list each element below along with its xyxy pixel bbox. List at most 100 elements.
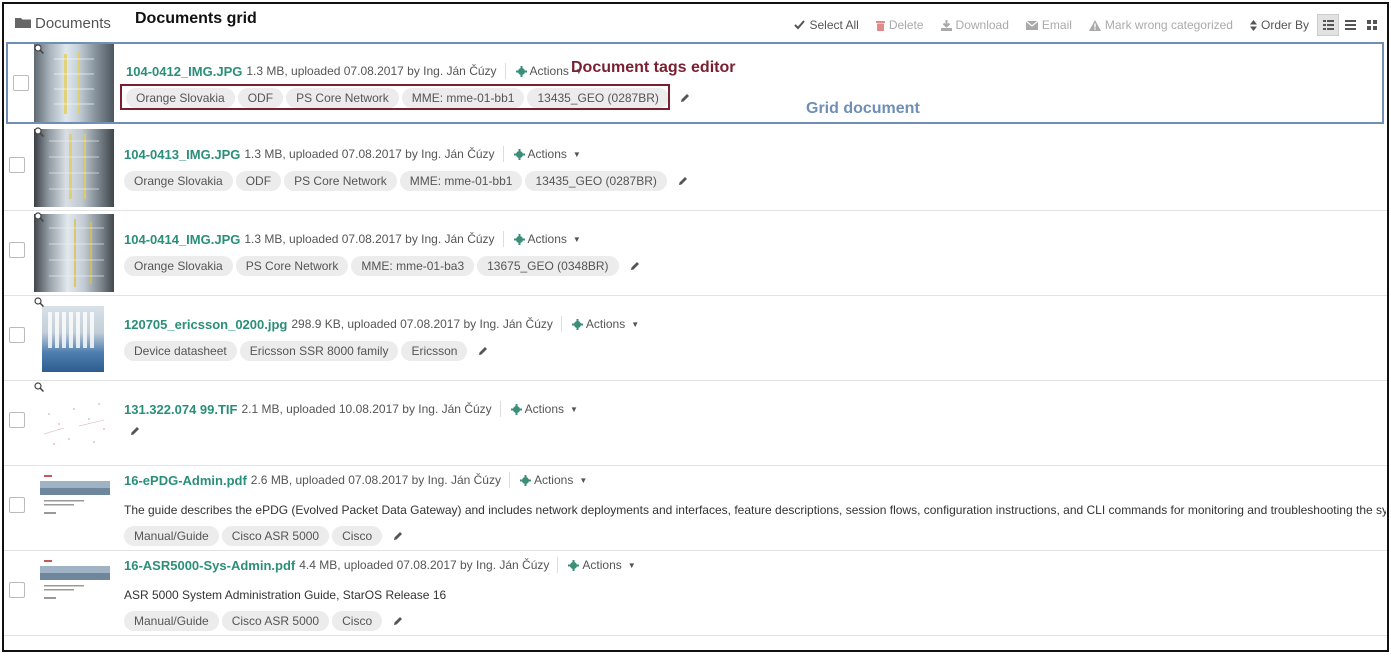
document-name-link[interactable]: 16-ASR5000-Sys-Admin.pdf	[124, 558, 295, 573]
gear-icon	[519, 474, 531, 486]
pencil-icon[interactable]	[393, 616, 403, 626]
pencil-icon[interactable]	[680, 93, 690, 103]
chevron-down-icon: ▼	[631, 319, 640, 329]
zoom-icon[interactable]	[34, 127, 44, 137]
grid-view-button[interactable]	[1361, 14, 1383, 36]
row-checkbox[interactable]	[9, 412, 25, 428]
actions-label: Actions	[524, 402, 565, 416]
mark-wrong-categorized-button[interactable]: Mark wrong categorized	[1088, 18, 1233, 32]
tag[interactable]: Cisco ASR 5000	[221, 611, 330, 631]
scan-thumbnail	[43, 403, 105, 445]
warning-icon	[1088, 19, 1101, 31]
tag[interactable]: Cisco	[332, 526, 383, 546]
tag[interactable]: 13675_GEO (0348BR)	[477, 256, 619, 276]
zoom-icon[interactable]	[34, 44, 44, 54]
document-meta: 1.3 MB, uploaded 07.08.2017 by Ing. Ján …	[244, 232, 495, 246]
order-by-button[interactable]: Order By	[1249, 18, 1309, 32]
annotation-documents-grid: Documents grid	[135, 10, 257, 27]
document-name-link[interactable]: 104-0414_IMG.JPG	[124, 232, 240, 247]
envelope-icon	[1025, 20, 1038, 30]
rack-photo	[49, 134, 99, 199]
document-tags: Orange Slovakia PS Core Network MME: mme…	[124, 256, 640, 276]
actions-label: Actions	[527, 147, 567, 161]
annotation-tags-editor-box	[120, 84, 670, 110]
actions-dropdown[interactable]: Actions ▼	[513, 147, 581, 161]
actions-dropdown[interactable]: Actions ▼	[571, 317, 640, 331]
divider	[560, 316, 562, 332]
grid-document-row[interactable]: 16-ASR5000-Sys-Admin.pdf 4.4 MB, uploade…	[4, 551, 1387, 636]
tag[interactable]: Ericsson	[401, 341, 468, 361]
select-all-button[interactable]: Select All	[794, 18, 859, 32]
document-thumbnail[interactable]	[40, 559, 110, 603]
actions-dropdown[interactable]: Actions ▼	[510, 402, 578, 416]
document-thumbnail[interactable]	[34, 129, 114, 207]
grid-document-row[interactable]: 131.322.074 99.TIF 2.1 MB, uploaded 10.0…	[4, 381, 1387, 466]
row-checkbox[interactable]	[9, 497, 25, 513]
gear-icon	[510, 403, 522, 415]
document-thumbnail[interactable]	[40, 474, 110, 518]
tag[interactable]: Manual/Guide	[124, 526, 219, 546]
zoom-icon[interactable]	[34, 212, 44, 222]
grid-document-row[interactable]: 104-0412_IMG.JPG 1.3 MB, uploaded 07.08.…	[6, 42, 1384, 124]
tag[interactable]: PS Core Network	[284, 171, 397, 191]
grid-icon	[1367, 20, 1377, 30]
grid-document-row[interactable]: 104-0413_IMG.JPG 1.3 MB, uploaded 07.08.…	[4, 126, 1387, 211]
grid-document-row[interactable]: 16-ePDG-Admin.pdf 2.6 MB, uploaded 07.08…	[4, 466, 1387, 551]
actions-dropdown[interactable]: Actions ▼	[519, 473, 587, 487]
tag[interactable]: Cisco	[332, 611, 383, 631]
document-name-link[interactable]: 104-0412_IMG.JPG	[126, 64, 242, 79]
document-tags: Manual/Guide Cisco ASR 5000 Cisco	[124, 526, 403, 546]
document-name-link[interactable]: 16-ePDG-Admin.pdf	[124, 473, 247, 488]
chevron-down-icon: ▼	[627, 560, 636, 570]
email-button[interactable]: Email	[1025, 18, 1072, 32]
row-checkbox[interactable]	[9, 242, 25, 258]
list-view-button[interactable]	[1339, 14, 1361, 36]
zoom-icon[interactable]	[34, 297, 44, 307]
document-name-link[interactable]: 131.322.074 99.TIF	[124, 402, 237, 417]
document-thumbnail[interactable]	[34, 384, 114, 462]
list-detail-view-button[interactable]	[1317, 14, 1339, 36]
grid-document-row[interactable]: 104-0414_IMG.JPG 1.3 MB, uploaded 07.08.…	[4, 211, 1387, 296]
rack-photo	[49, 219, 104, 287]
row-checkbox[interactable]	[9, 157, 25, 173]
chevron-down-icon: ▼	[570, 404, 578, 414]
zoom-icon[interactable]	[34, 382, 44, 392]
pencil-icon[interactable]	[678, 176, 688, 186]
tag[interactable]: Device datasheet	[124, 341, 237, 361]
row-checkbox[interactable]	[9, 582, 25, 598]
document-title-line: 104-0412_IMG.JPG 1.3 MB, uploaded 07.08.…	[126, 63, 583, 79]
tag[interactable]: Orange Slovakia	[124, 171, 233, 191]
pencil-icon[interactable]	[393, 531, 403, 541]
document-thumbnail[interactable]	[34, 214, 114, 292]
pencil-icon[interactable]	[630, 261, 640, 271]
mark-wrong-label: Mark wrong categorized	[1104, 18, 1233, 32]
email-label: Email	[1041, 18, 1072, 32]
tag[interactable]: Manual/Guide	[124, 611, 219, 631]
document-name-link[interactable]: 104-0413_IMG.JPG	[124, 147, 240, 162]
select-all-label: Select All	[809, 18, 859, 32]
tag[interactable]: 13435_GEO (0287BR)	[525, 171, 667, 191]
download-button[interactable]: Download	[940, 18, 1009, 32]
tag[interactable]: MME: mme-01-bb1	[399, 171, 523, 191]
document-thumbnail[interactable]	[42, 306, 104, 372]
document-thumbnail[interactable]	[34, 44, 114, 122]
tag[interactable]: PS Core Network	[235, 256, 349, 276]
divider	[557, 557, 559, 573]
row-checkbox[interactable]	[9, 327, 25, 343]
delete-button[interactable]: Delete	[875, 18, 924, 32]
document-title-line: 16-ASR5000-Sys-Admin.pdf 4.4 MB, uploade…	[124, 557, 636, 573]
document-name-link[interactable]: 120705_ericsson_0200.jpg	[124, 317, 287, 332]
tag[interactable]: ODF	[235, 171, 282, 191]
row-checkbox[interactable]	[13, 75, 29, 91]
pencil-icon[interactable]	[478, 346, 488, 356]
tag[interactable]: Cisco ASR 5000	[221, 526, 330, 546]
actions-dropdown[interactable]: Actions ▼	[513, 232, 581, 246]
pencil-icon[interactable]	[130, 426, 140, 436]
tag[interactable]: Orange Slovakia	[124, 256, 233, 276]
grid-document-row[interactable]: 120705_ericsson_0200.jpg 298.9 KB, uploa…	[4, 296, 1387, 381]
download-label: Download	[955, 18, 1009, 32]
actions-dropdown[interactable]: Actions ▼	[568, 558, 636, 572]
document-meta: 1.3 MB, uploaded 07.08.2017 by Ing. Ján …	[244, 147, 495, 161]
tag[interactable]: MME: mme-01-ba3	[351, 256, 475, 276]
tag[interactable]: Ericsson SSR 8000 family	[239, 341, 399, 361]
